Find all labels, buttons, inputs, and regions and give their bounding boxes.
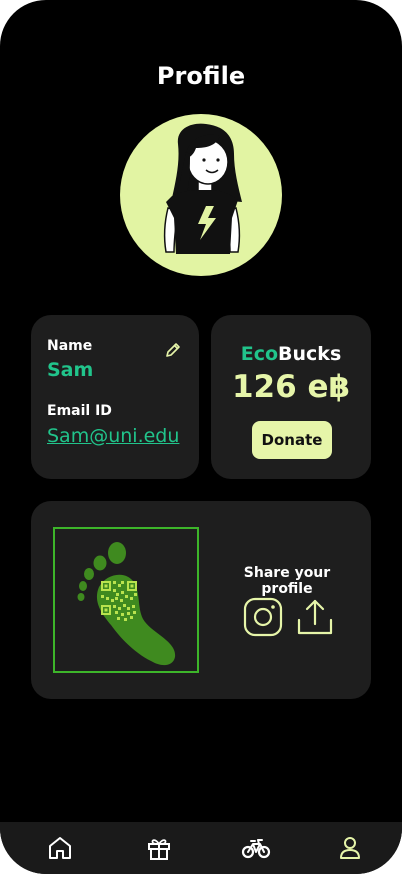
instagram-icon	[243, 597, 283, 637]
name-label: Name	[47, 338, 93, 354]
ecobucks-title-bucks: Bucks	[278, 343, 342, 365]
nav-profile[interactable]	[336, 834, 364, 862]
nav-rewards[interactable]	[145, 834, 173, 862]
gift-icon	[148, 839, 170, 860]
donate-button[interactable]: Donate	[252, 421, 332, 459]
instagram-share-button[interactable]	[242, 596, 284, 638]
ecobucks-title-eco: Eco	[240, 343, 279, 365]
nav-home[interactable]	[46, 834, 74, 862]
nav-bike[interactable]	[241, 834, 271, 862]
ecobucks-title: EcoBucks	[211, 343, 371, 365]
avatar-illustration	[163, 123, 242, 254]
share-profile-title: Share your profile	[243, 565, 331, 597]
user-icon	[340, 837, 360, 859]
ecobucks-card: EcoBucks 126 e฿ Donate	[211, 315, 371, 479]
bottom-navigation	[0, 822, 402, 874]
email-link[interactable]: Sam@uni.edu	[47, 425, 179, 447]
profile-info-card: Name Sam Email ID Sam@uni.edu	[31, 315, 199, 479]
footprint-qr-icon	[77, 542, 176, 666]
name-value: Sam	[47, 359, 94, 381]
home-icon	[49, 837, 71, 859]
bike-icon	[241, 839, 271, 859]
avatar[interactable]	[120, 114, 282, 276]
qr-code-frame[interactable]	[53, 527, 199, 673]
edit-pencil-icon[interactable]	[164, 341, 182, 359]
page-title: Profile	[156, 62, 246, 90]
share-card: Share your profile	[31, 501, 371, 699]
phone-screen: Profile Name Sam Email ID Sam@uni.edu Ec…	[0, 0, 402, 874]
ecobucks-amount: 126 e฿	[231, 369, 351, 405]
share-upload-icon	[297, 599, 333, 635]
email-label: Email ID	[47, 403, 112, 419]
share-upload-button[interactable]	[294, 596, 336, 638]
